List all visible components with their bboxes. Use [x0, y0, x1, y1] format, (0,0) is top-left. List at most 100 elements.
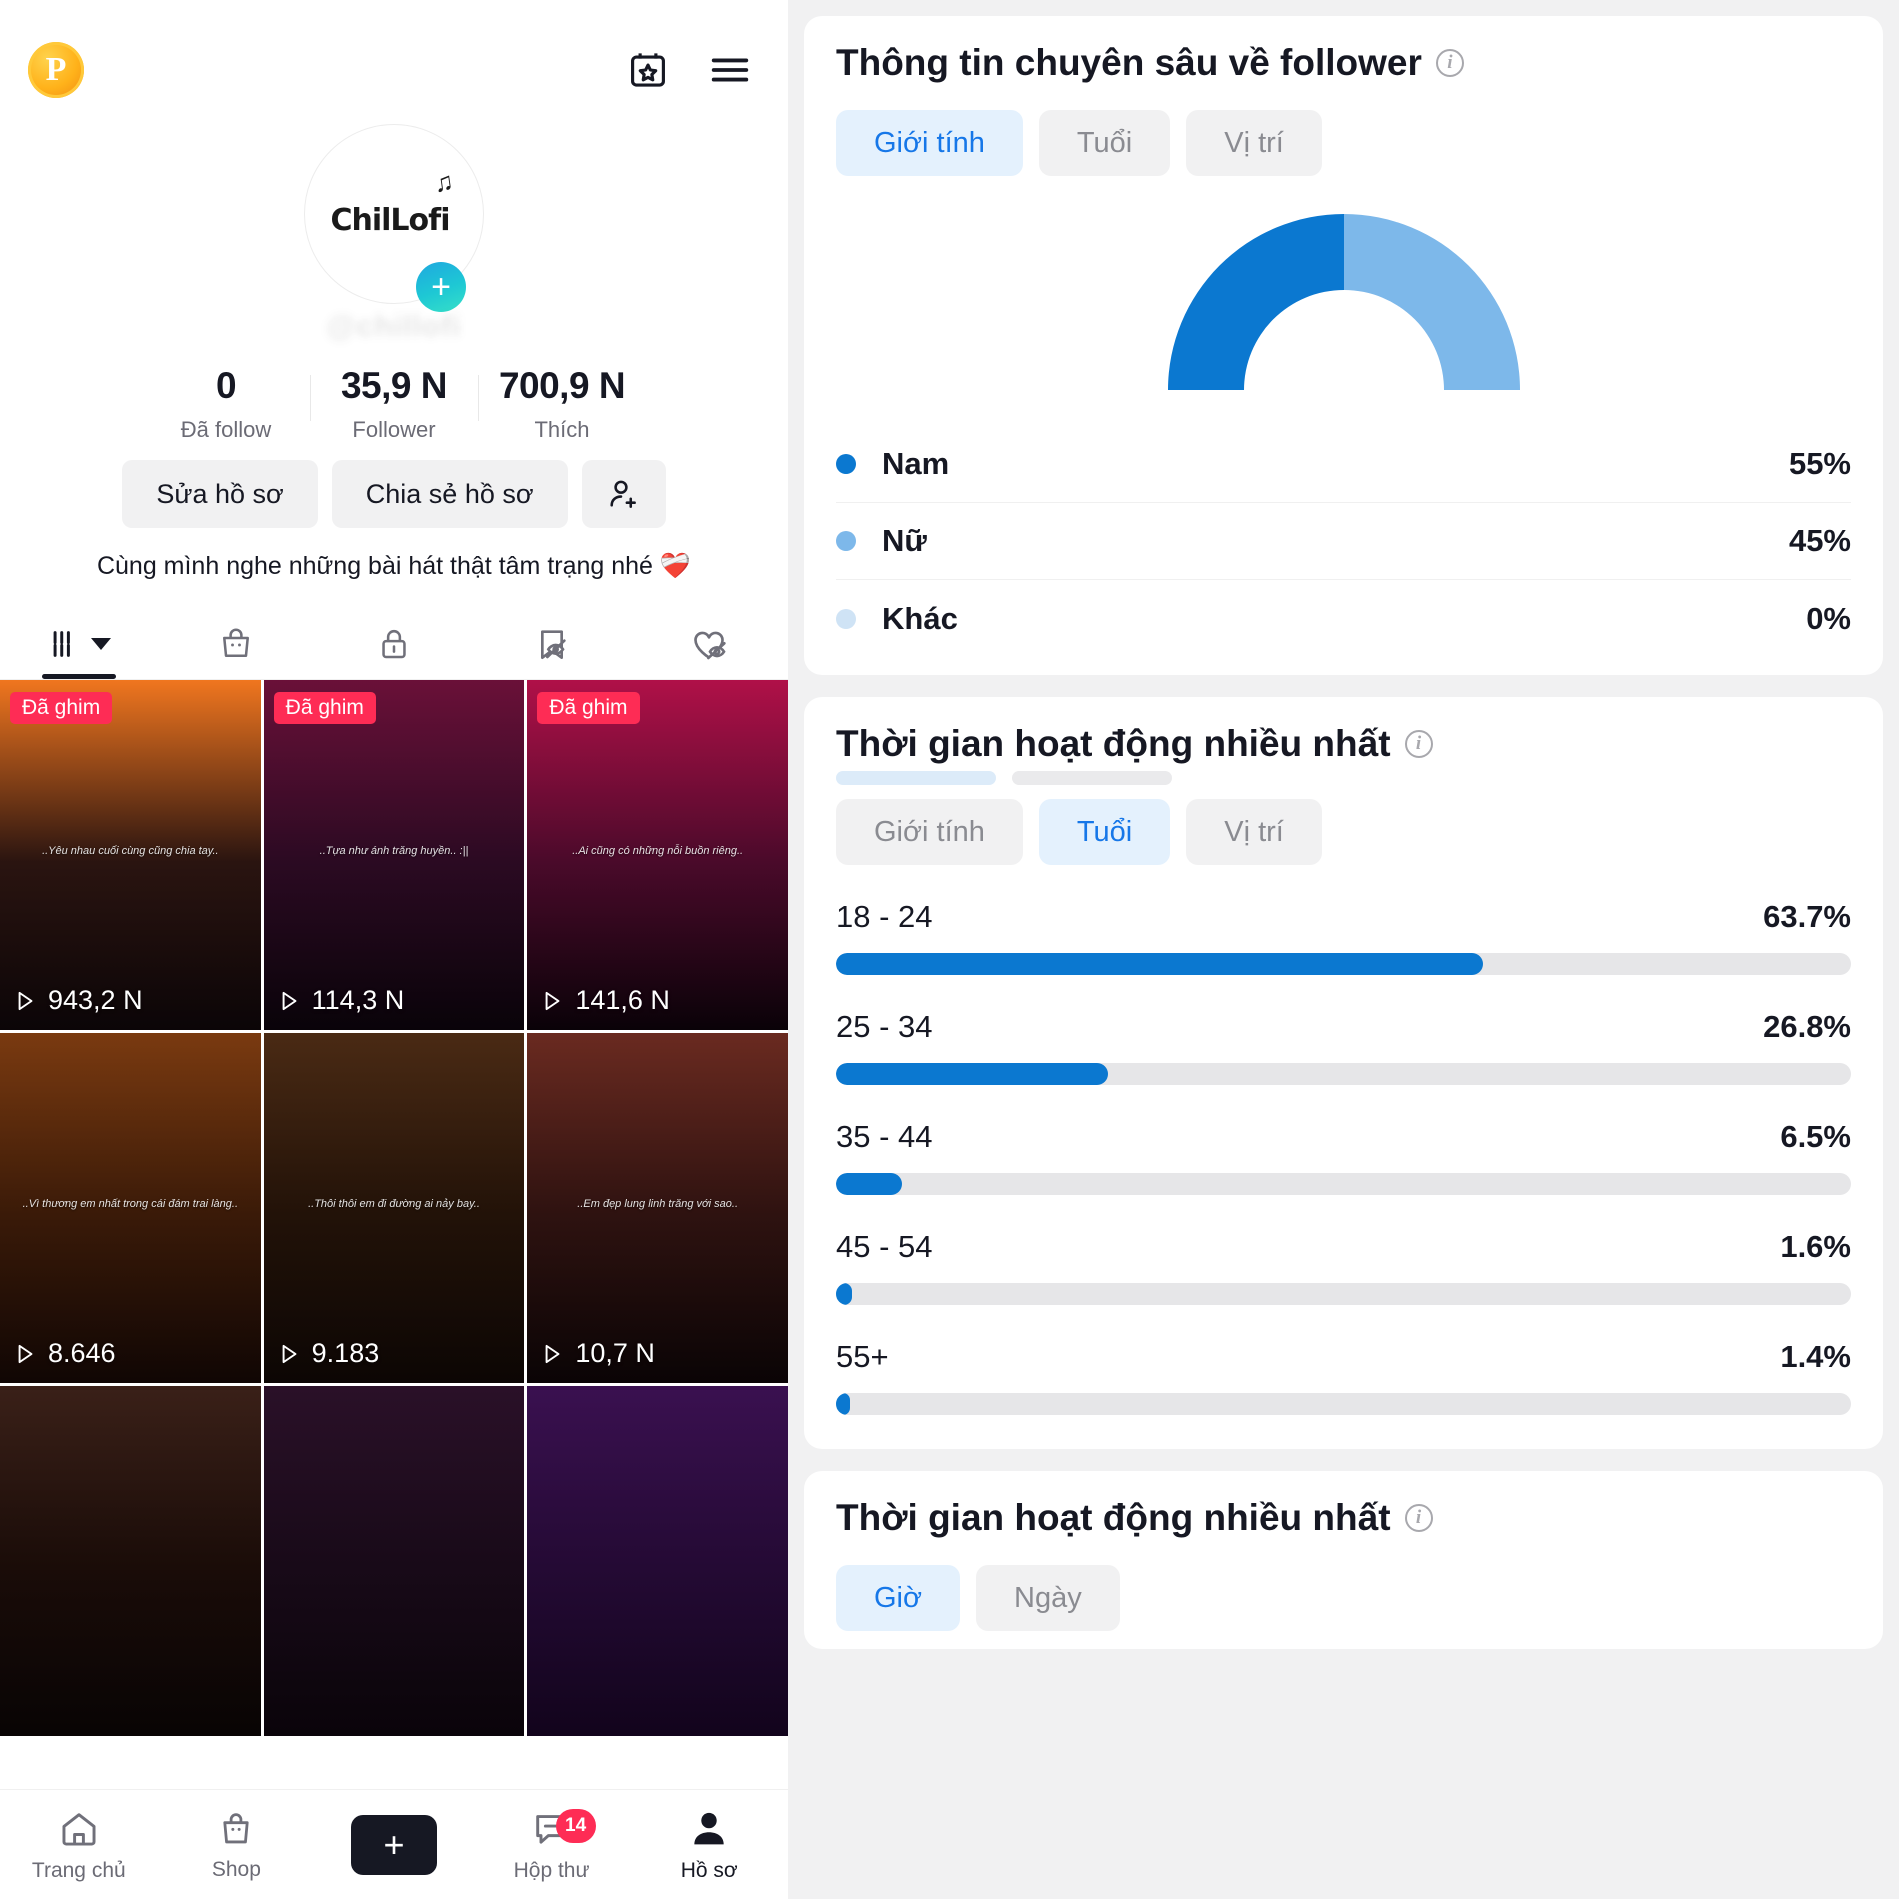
- tab-hour[interactable]: Giờ: [836, 1565, 961, 1631]
- tab-gender[interactable]: Giới tính: [836, 110, 1023, 176]
- play-icon: [282, 991, 297, 1010]
- chevron-down-icon[interactable]: [90, 637, 111, 650]
- play-icon: [282, 1344, 297, 1363]
- nav-label-home: Trang chủ: [31, 1858, 126, 1882]
- nav-item-profile[interactable]: Hồ sơ: [630, 1807, 788, 1883]
- video-cell[interactable]: Đã ghim ..Tựa như ánh trăng huyền.. :|| …: [263, 680, 525, 1030]
- video-views: 141,6 N: [539, 985, 670, 1016]
- follower-insights-tabs: Giới tính Tuổi Vị trí: [836, 110, 1851, 176]
- tab-private[interactable]: [315, 608, 473, 679]
- stat-likes-label: Thích: [534, 417, 590, 442]
- video-caption: ..Yêu nhau cuối cùng cũng chia tay..: [42, 844, 219, 857]
- activity-age-title-row: Thời gian hoạt động nhiều nhất i: [836, 723, 1851, 765]
- ghost-pill-b: [1012, 771, 1172, 785]
- edit-profile-button[interactable]: Sửa hồ sơ: [122, 460, 318, 528]
- age-bar-header: 35 - 44 6.5%: [836, 1119, 1851, 1155]
- create-plus-icon[interactable]: +: [341, 1814, 446, 1875]
- tab-location[interactable]: Vị trí: [1186, 799, 1322, 865]
- profile-bio: Cùng mình nghe những bài hát thật tâm tr…: [96, 552, 692, 580]
- video-cell[interactable]: [527, 1386, 788, 1736]
- legend-row-nu: Nữ 45%: [836, 503, 1851, 580]
- tab-videos-grid[interactable]: [0, 608, 158, 679]
- activity-age-card: Thời gian hoạt động nhiều nhất i Giới tí…: [804, 697, 1883, 1449]
- legend-label-nam: Nam: [882, 446, 950, 481]
- legend-dot-khac: [836, 608, 856, 629]
- tab-shop[interactable]: [158, 608, 316, 679]
- activity-time-tabs: Giờ Ngày: [836, 1565, 1851, 1631]
- nav-item-create[interactable]: +: [315, 1814, 473, 1875]
- add-friend-button[interactable]: [581, 460, 666, 528]
- age-bar-label: 45 - 54: [836, 1229, 933, 1264]
- info-circle-icon[interactable]: i: [1404, 730, 1433, 758]
- pinned-badge: Đã ghim: [10, 692, 113, 724]
- share-profile-button[interactable]: Chia sẻ hồ sơ: [331, 460, 568, 528]
- tab-day[interactable]: Ngày: [976, 1565, 1120, 1631]
- video-caption: ..Tựa như ánh trăng huyền.. :||: [319, 844, 469, 857]
- age-bar-fill: [836, 1283, 853, 1305]
- profile-actions: Sửa hồ sơ Chia sẻ hồ sơ: [0, 460, 788, 528]
- age-bar-label: 18 - 24: [836, 899, 933, 934]
- video-cell[interactable]: Đã ghim ..Yêu nhau cuối cùng cũng chia t…: [0, 680, 261, 1030]
- video-cell[interactable]: [263, 1386, 525, 1736]
- tab-age[interactable]: Tuổi: [1038, 799, 1171, 865]
- age-bar-fill: [836, 1173, 902, 1195]
- avatar-wrapper[interactable]: ChilLofi ♫ +: [304, 124, 484, 312]
- stat-likes[interactable]: 700,9 N Thích: [478, 365, 646, 443]
- age-bar-fill: [836, 953, 1483, 975]
- age-bar-track: [836, 1063, 1851, 1085]
- coin-rewards-icon[interactable]: P: [28, 42, 84, 98]
- stat-following-label: Đã follow: [180, 417, 272, 442]
- screenshot-stage: P ChilLofi ♫ + @chillofi 0 Đã follow 35,…: [0, 0, 1899, 1899]
- age-bar-header: 45 - 54 1.6%: [836, 1229, 1851, 1265]
- follower-insights-card: Thông tin chuyên sâu về follower i Giới …: [804, 16, 1883, 675]
- tab-location[interactable]: Vị trí: [1186, 110, 1322, 176]
- info-circle-icon[interactable]: i: [1404, 1504, 1433, 1532]
- video-cell[interactable]: ..Em đẹp lung linh trăng với sao.. 10,7 …: [527, 1033, 788, 1383]
- age-bar-header: 25 - 34 26.8%: [836, 1009, 1851, 1045]
- profile-person-icon: [694, 1812, 724, 1844]
- add-avatar-button[interactable]: +: [416, 262, 466, 312]
- stat-following[interactable]: 0 Đã follow: [142, 365, 310, 443]
- age-bar-value: 63.7%: [1763, 899, 1851, 934]
- age-bar-track: [836, 1283, 1851, 1305]
- age-bar-label: 25 - 34: [836, 1009, 933, 1044]
- section-title: Thời gian hoạt động nhiều nhất: [836, 1497, 1391, 1538]
- video-views-value: 9.183: [311, 1338, 380, 1368]
- hamburger-menu-icon[interactable]: [700, 40, 760, 100]
- video-cell[interactable]: Đã ghim ..Ai cũng có những nỗi buồn riên…: [527, 680, 788, 1030]
- ghost-pill-a: [836, 771, 996, 785]
- nav-item-inbox[interactable]: 14 Hộp thư: [473, 1807, 631, 1883]
- video-views: 10,7 N: [539, 1338, 655, 1369]
- nav-item-home[interactable]: Trang chủ: [0, 1807, 158, 1883]
- music-note-icon: ♫: [431, 165, 455, 199]
- video-cell[interactable]: [0, 1386, 261, 1736]
- video-cell[interactable]: ..Vì thương em nhất trong cái đám trai l…: [0, 1033, 261, 1383]
- avatar-logo-text: ChilLofi: [330, 202, 450, 238]
- bottom-navigation: Trang chủ Shop + 14 Hộp thư Hồ sơ: [0, 1789, 788, 1899]
- legend-row-nam: Nam 55%: [836, 426, 1851, 503]
- age-bar-value: 26.8%: [1763, 1009, 1851, 1044]
- info-circle-icon[interactable]: i: [1435, 49, 1464, 77]
- age-bar-value: 1.6%: [1780, 1229, 1851, 1264]
- pinned-badge: Đã ghim: [537, 692, 640, 724]
- calendar-star-icon[interactable]: [618, 40, 678, 100]
- tab-bookmarks-hidden[interactable]: [473, 608, 631, 679]
- tab-age[interactable]: Tuổi: [1038, 110, 1171, 176]
- legend-row-khac: Khác 0%: [836, 580, 1851, 657]
- gender-donut-chart: [836, 200, 1851, 396]
- profile-tabstrip: [0, 608, 788, 680]
- video-caption: ..Thôi thôi em đi đường ai nảy bay..: [308, 1197, 480, 1210]
- activity-age-tabs: Giới tính Tuổi Vị trí: [836, 799, 1851, 865]
- video-cell[interactable]: ..Thôi thôi em đi đường ai nảy bay.. 9.1…: [263, 1033, 525, 1383]
- play-icon: [18, 991, 33, 1010]
- video-caption: ..Ai cũng có những nỗi buồn riêng..: [572, 844, 744, 857]
- nav-item-shop[interactable]: Shop: [158, 1808, 316, 1882]
- stat-followers-value: 35,9 N: [340, 365, 448, 406]
- tab-liked-hidden[interactable]: [630, 608, 788, 679]
- stat-followers[interactable]: 35,9 N Follower: [310, 365, 478, 443]
- video-views: 8.646: [12, 1338, 116, 1369]
- age-bar-row: 35 - 44 6.5%: [836, 1119, 1851, 1195]
- tab-gender[interactable]: Giới tính: [836, 799, 1023, 865]
- video-views: 114,3 N: [276, 985, 404, 1016]
- video-caption: ..Em đẹp lung linh trăng với sao..: [577, 1197, 739, 1210]
